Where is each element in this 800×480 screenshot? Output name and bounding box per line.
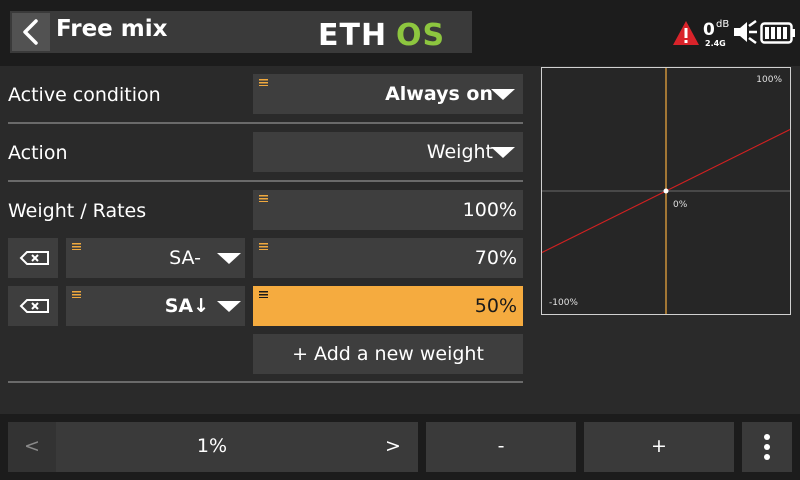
edit-marker-icon — [259, 291, 268, 298]
divider — [8, 180, 523, 182]
speaker-icon[interactable] — [732, 18, 758, 46]
dropdown-arrow-icon — [217, 253, 241, 264]
chart-label-center: 0% — [673, 200, 688, 210]
edit-marker-icon — [72, 291, 81, 298]
rate-switch-select[interactable]: SA- — [66, 238, 245, 278]
action-label: Action — [8, 142, 68, 164]
status-area: 0 dB 2.4G — [672, 11, 800, 53]
plus-label: + — [651, 435, 667, 457]
minus-label: - — [497, 435, 505, 457]
rssi-unit: dB — [716, 19, 730, 30]
chart-label-min: -100% — [549, 298, 578, 308]
chart-label-max: 100% — [756, 75, 782, 85]
weight-rates-label: Weight / Rates — [8, 200, 147, 222]
divider — [8, 122, 523, 124]
active-condition-value: Always on — [385, 83, 493, 105]
output-point — [663, 188, 669, 194]
action-select[interactable]: Weight — [253, 132, 523, 172]
rate-value-field-selected[interactable]: 50% — [253, 286, 523, 326]
dropdown-arrow-icon — [491, 147, 515, 158]
edit-marker-icon — [259, 79, 268, 86]
rssi-band: 2.4G — [705, 39, 726, 48]
mix-curve-chart: 100% 0% -100% — [541, 67, 791, 315]
content-panel: Active condition Always on Action Weight… — [0, 66, 800, 414]
prev-label: < — [24, 435, 40, 457]
plus-button[interactable]: + — [584, 422, 734, 472]
delete-icon — [19, 299, 49, 313]
delete-rate-button[interactable] — [8, 238, 58, 278]
edit-marker-icon — [72, 243, 81, 250]
add-weight-button[interactable]: + Add a new weight — [253, 334, 523, 374]
rate-switch-value: SA- — [169, 247, 201, 269]
svg-text:OS: OS — [396, 20, 445, 48]
rate-value-field[interactable]: 70% — [253, 238, 523, 278]
ethos-logo: ETH OS — [318, 20, 445, 48]
back-button[interactable] — [12, 13, 50, 51]
divider — [8, 381, 523, 383]
add-weight-label: + Add a new weight — [292, 343, 484, 365]
battery-icon — [760, 22, 795, 44]
action-value: Weight — [426, 141, 493, 163]
rate-value: 70% — [474, 247, 517, 269]
edit-marker-icon — [259, 243, 268, 250]
vertical-dots-icon — [764, 434, 770, 460]
rssi-value: 0 — [703, 20, 715, 40]
back-chevron-icon — [23, 19, 38, 45]
svg-text:ETH: ETH — [318, 20, 387, 48]
page-title: Free mix — [56, 16, 168, 42]
warning-icon[interactable] — [672, 20, 700, 46]
edit-marker-icon — [259, 195, 268, 202]
weight-value-field[interactable]: 100% — [253, 190, 523, 230]
footer-bar: < 1% > - + — [0, 414, 800, 480]
next-label: > — [385, 435, 401, 457]
stepper-value: 1% — [196, 435, 228, 457]
active-condition-select[interactable]: Always on — [253, 74, 523, 114]
active-condition-label: Active condition — [8, 84, 161, 106]
minus-button[interactable]: - — [426, 422, 576, 472]
rate-value: 50% — [474, 295, 517, 317]
dropdown-arrow-icon — [217, 301, 241, 312]
header-bar: Free mix ETH OS 0 dB 2.4G — [0, 0, 800, 66]
dropdown-arrow-icon — [491, 89, 515, 100]
weight-value: 100% — [462, 199, 517, 221]
delete-icon — [19, 251, 49, 265]
rate-switch-select[interactable]: SA↓ — [66, 286, 245, 326]
more-menu-button[interactable] — [742, 422, 792, 472]
value-stepper: < 1% > — [8, 422, 418, 472]
prev-button[interactable]: < — [8, 422, 56, 472]
delete-rate-button[interactable] — [8, 286, 58, 326]
next-button[interactable]: > — [368, 422, 418, 472]
rate-switch-value: SA↓ — [164, 295, 209, 317]
